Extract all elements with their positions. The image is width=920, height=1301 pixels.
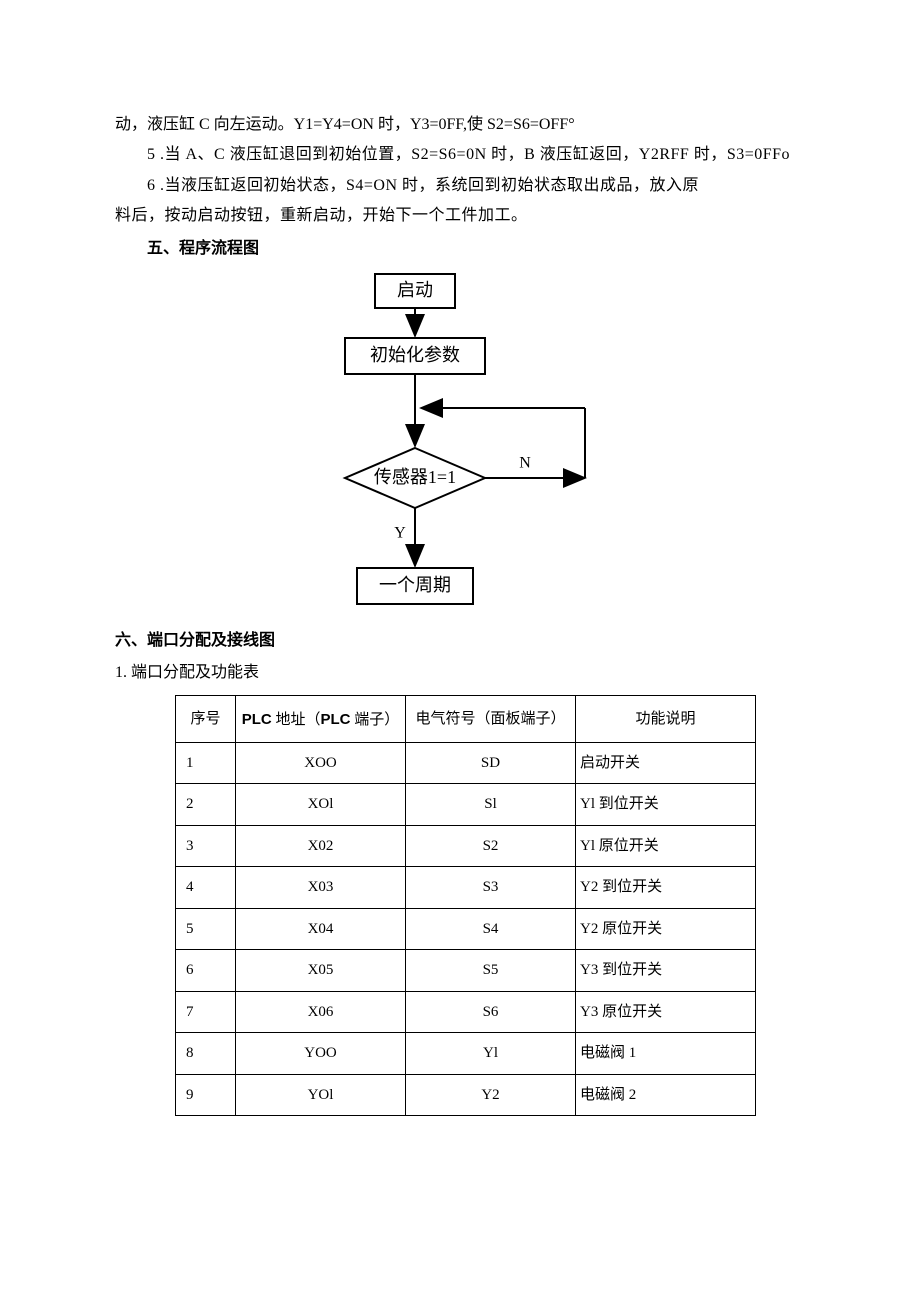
io-cell-fn: Yl 原位开关: [576, 825, 756, 867]
io-cell-fn: 电磁阀 1: [576, 1033, 756, 1075]
io-th-plc-bold1: PLC: [242, 711, 272, 728]
io-cell-plc: XOl: [236, 784, 406, 826]
io-cell-plc: X03: [236, 867, 406, 909]
flowchart-svg: 启动 初始化参数 传感器1=1 N Y: [315, 268, 605, 618]
io-cell-sym: S6: [406, 991, 576, 1033]
io-cell-sym: S2: [406, 825, 576, 867]
io-cell-sym: Sl: [406, 784, 576, 826]
flow-label-n: N: [519, 455, 531, 472]
io-cell-plc: YOl: [236, 1074, 406, 1116]
io-th-symbol: 电气符号（面板端子）: [406, 695, 576, 742]
io-cell-idx: 1: [176, 742, 236, 784]
flow-label-decision: 传感器1=1: [374, 467, 456, 487]
io-cell-sym: Y2: [406, 1074, 576, 1116]
io-table: 序号 PLC 地址（PLC 端子） 电气符号（面板端子） 功能说明 1 XOO …: [175, 695, 756, 1117]
io-cell-fn: 电磁阀 2: [576, 1074, 756, 1116]
io-cell-plc: YOO: [236, 1033, 406, 1075]
io-table-body: 1 XOO SD 启动开关 2 XOl Sl Yl 到位开关 3 X02 S2 …: [176, 742, 756, 1116]
table-row: 4 X03 S3 Y2 到位开关: [176, 867, 756, 909]
io-cell-fn: 启动开关: [576, 742, 756, 784]
io-cell-fn: Yl 到位开关: [576, 784, 756, 826]
heading-section-6: 六、端口分配及接线图: [115, 626, 805, 656]
io-th-plc-bold2: PLC: [321, 711, 351, 728]
io-cell-idx: 6: [176, 950, 236, 992]
io-cell-fn: Y3 原位开关: [576, 991, 756, 1033]
io-cell-idx: 7: [176, 991, 236, 1033]
io-cell-plc: X02: [236, 825, 406, 867]
document-page: 动，液压缸 C 向左运动。Y1=Y4=ON 时，Y3=0FF,使 S2=S6=O…: [0, 0, 920, 1301]
io-cell-sym: Yl: [406, 1033, 576, 1075]
io-table-header-row: 序号 PLC 地址（PLC 端子） 电气符号（面板端子） 功能说明: [176, 695, 756, 742]
subheading-6-1: 1. 端口分配及功能表: [115, 658, 805, 688]
flow-label-cycle: 一个周期: [379, 575, 451, 595]
io-cell-fn: Y2 原位开关: [576, 908, 756, 950]
io-cell-fn: Y3 到位开关: [576, 950, 756, 992]
io-cell-idx: 9: [176, 1074, 236, 1116]
flowchart: 启动 初始化参数 传感器1=1 N Y: [115, 268, 805, 618]
io-cell-plc: X05: [236, 950, 406, 992]
io-th-index: 序号: [176, 695, 236, 742]
paragraph-cont: 动，液压缸 C 向左运动。Y1=Y4=ON 时，Y3=0FF,使 S2=S6=O…: [115, 110, 805, 140]
flow-label-start: 启动: [397, 280, 433, 300]
io-cell-sym: S4: [406, 908, 576, 950]
paragraph-step-6-line2: 料后，按动启动按钮，重新启动，开始下一个工件加工。: [115, 201, 805, 231]
io-cell-fn: Y2 到位开关: [576, 867, 756, 909]
io-cell-idx: 8: [176, 1033, 236, 1075]
heading-section-5: 五、程序流程图: [115, 234, 805, 264]
table-row: 9 YOl Y2 电磁阀 2: [176, 1074, 756, 1116]
io-cell-plc: X06: [236, 991, 406, 1033]
io-cell-sym: S3: [406, 867, 576, 909]
io-cell-idx: 2: [176, 784, 236, 826]
paragraph-step-6-line1: 6 .当液压缸返回初始状态，S4=ON 时，系统回到初始状态取出成品，放入原: [115, 171, 805, 201]
io-cell-sym: SD: [406, 742, 576, 784]
paragraph-step-5: 5 .当 A、C 液压缸退回到初始位置，S2=S6=0N 时，B 液压缸返回，Y…: [115, 140, 805, 170]
table-row: 8 YOO Yl 电磁阀 1: [176, 1033, 756, 1075]
io-th-plc-rest1: 地址（: [272, 712, 321, 728]
io-th-plc: PLC 地址（PLC 端子）: [236, 695, 406, 742]
table-row: 5 X04 S4 Y2 原位开关: [176, 908, 756, 950]
io-th-plc-rest2: 端子）: [351, 712, 400, 728]
io-cell-idx: 4: [176, 867, 236, 909]
io-cell-idx: 5: [176, 908, 236, 950]
io-cell-sym: S5: [406, 950, 576, 992]
io-cell-plc: X04: [236, 908, 406, 950]
table-row: 6 X05 S5 Y3 到位开关: [176, 950, 756, 992]
table-row: 2 XOl Sl Yl 到位开关: [176, 784, 756, 826]
table-row: 1 XOO SD 启动开关: [176, 742, 756, 784]
io-th-function: 功能说明: [576, 695, 756, 742]
io-cell-idx: 3: [176, 825, 236, 867]
flow-label-init: 初始化参数: [370, 345, 460, 365]
io-table-wrap: 序号 PLC 地址（PLC 端子） 电气符号（面板端子） 功能说明 1 XOO …: [175, 695, 805, 1117]
io-cell-plc: XOO: [236, 742, 406, 784]
flow-label-y: Y: [394, 525, 406, 542]
table-row: 3 X02 S2 Yl 原位开关: [176, 825, 756, 867]
table-row: 7 X06 S6 Y3 原位开关: [176, 991, 756, 1033]
